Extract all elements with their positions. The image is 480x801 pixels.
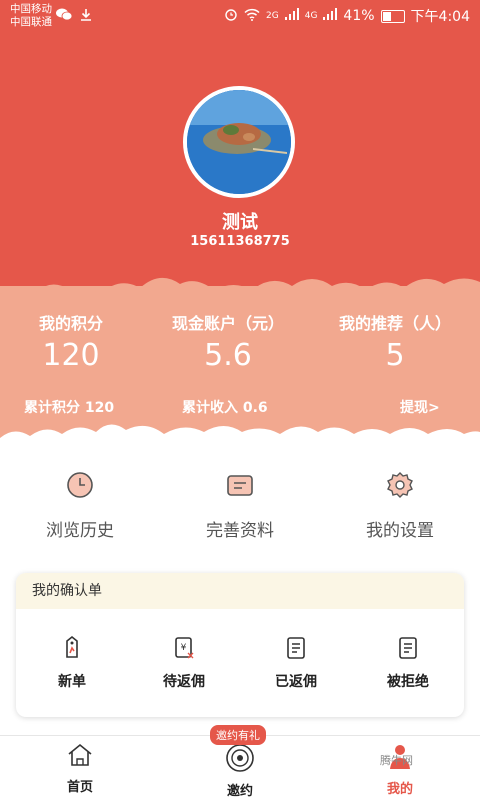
order-label: 已返佣 <box>275 674 317 690</box>
signal-bars-icon <box>284 8 299 24</box>
carrier-info: 中国移动 中国联通 <box>10 3 52 29</box>
total-income: 累计收入 0.6 <box>182 400 268 416</box>
svg-text:¥: ¥ <box>181 643 187 653</box>
rejected-doc-icon <box>395 635 421 661</box>
browse-history-button[interactable]: 浏览历史 <box>0 470 160 541</box>
nav-label: 我的 <box>386 782 413 797</box>
gear-icon <box>385 470 415 500</box>
stat-value: 5 <box>385 338 405 373</box>
clock-icon <box>65 470 95 500</box>
order-pending-button[interactable]: ¥ 待返佣 <box>128 635 240 691</box>
card-title: 我的确认单 <box>16 573 464 609</box>
carrier-2: 中国联通 <box>10 16 52 28</box>
nav-invite[interactable]: 邀约 <box>180 742 300 799</box>
alarm-icon <box>224 7 238 25</box>
cloud-divider-top <box>0 277 480 310</box>
new-tag-icon <box>59 635 85 661</box>
status-bar: 中国移动 中国联通 2G 4G 41% 下午4:04 <box>0 0 480 34</box>
quick-label: 我的设置 <box>366 521 434 541</box>
battery-percent: 41% <box>343 8 375 24</box>
stat-referrals[interactable]: 我的推荐（人） 5 <box>315 310 475 373</box>
signal-2-label: 4G <box>304 11 318 21</box>
quick-label: 浏览历史 <box>46 521 114 541</box>
order-label: 被拒绝 <box>387 674 429 690</box>
signal-bars-icon <box>323 8 338 24</box>
nav-label: 首页 <box>66 780 93 795</box>
refunded-doc-icon <box>283 635 309 661</box>
stat-value: 5.6 <box>204 338 252 373</box>
nav-label: 邀约 <box>226 784 253 799</box>
home-icon <box>20 742 140 772</box>
cloud-divider-bottom <box>0 424 480 462</box>
watermark-text: 腾牛网 <box>380 754 413 767</box>
complete-profile-button[interactable]: 完善资料 <box>160 470 320 541</box>
order-rejected-button[interactable]: 被拒绝 <box>352 635 464 691</box>
confirmation-orders-card: 我的确认单 新单 ¥ 待返佣 已返佣 被拒绝 <box>16 573 464 717</box>
stat-value: 120 <box>42 338 100 373</box>
nav-home[interactable]: 首页 <box>20 742 140 795</box>
profile-card-icon <box>225 470 255 500</box>
quick-actions: 浏览历史 完善资料 我的设置 <box>0 470 480 550</box>
total-points: 累计积分 120 <box>24 400 115 416</box>
order-new-button[interactable]: 新单 <box>16 635 128 691</box>
stat-label: 我的推荐（人） <box>338 314 451 333</box>
stat-cash[interactable]: 现金账户（元） 5.6 <box>148 310 308 373</box>
order-refunded-button[interactable]: 已返佣 <box>240 635 352 691</box>
avatar-photo <box>187 90 291 194</box>
withdraw-link[interactable]: 提现> <box>400 397 440 417</box>
battery-icon <box>380 9 405 23</box>
nav-mine[interactable]: 我的 <box>340 742 460 797</box>
wechat-icon <box>56 8 73 24</box>
user-phone: 15611368775 <box>190 234 290 249</box>
stat-label: 现金账户（元） <box>171 314 284 333</box>
stat-label: 我的积分 <box>38 314 103 333</box>
invite-badge: 邀约有礼 <box>210 725 266 745</box>
signal-1-label: 2G <box>266 11 279 21</box>
avatar[interactable] <box>183 86 295 198</box>
my-settings-button[interactable]: 我的设置 <box>320 470 480 541</box>
pending-refund-icon: ¥ <box>171 635 197 661</box>
wifi-icon <box>244 8 260 25</box>
stat-points[interactable]: 我的积分 120 <box>0 310 151 373</box>
clock-time: 下午4:04 <box>410 9 470 25</box>
invite-signal-icon <box>180 742 300 776</box>
download-icon <box>80 8 92 24</box>
order-label: 新单 <box>58 674 86 690</box>
carrier-1: 中国移动 <box>10 3 52 15</box>
quick-label: 完善资料 <box>206 521 274 541</box>
user-name: 测试 <box>222 212 258 233</box>
order-label: 待返佣 <box>163 674 205 690</box>
